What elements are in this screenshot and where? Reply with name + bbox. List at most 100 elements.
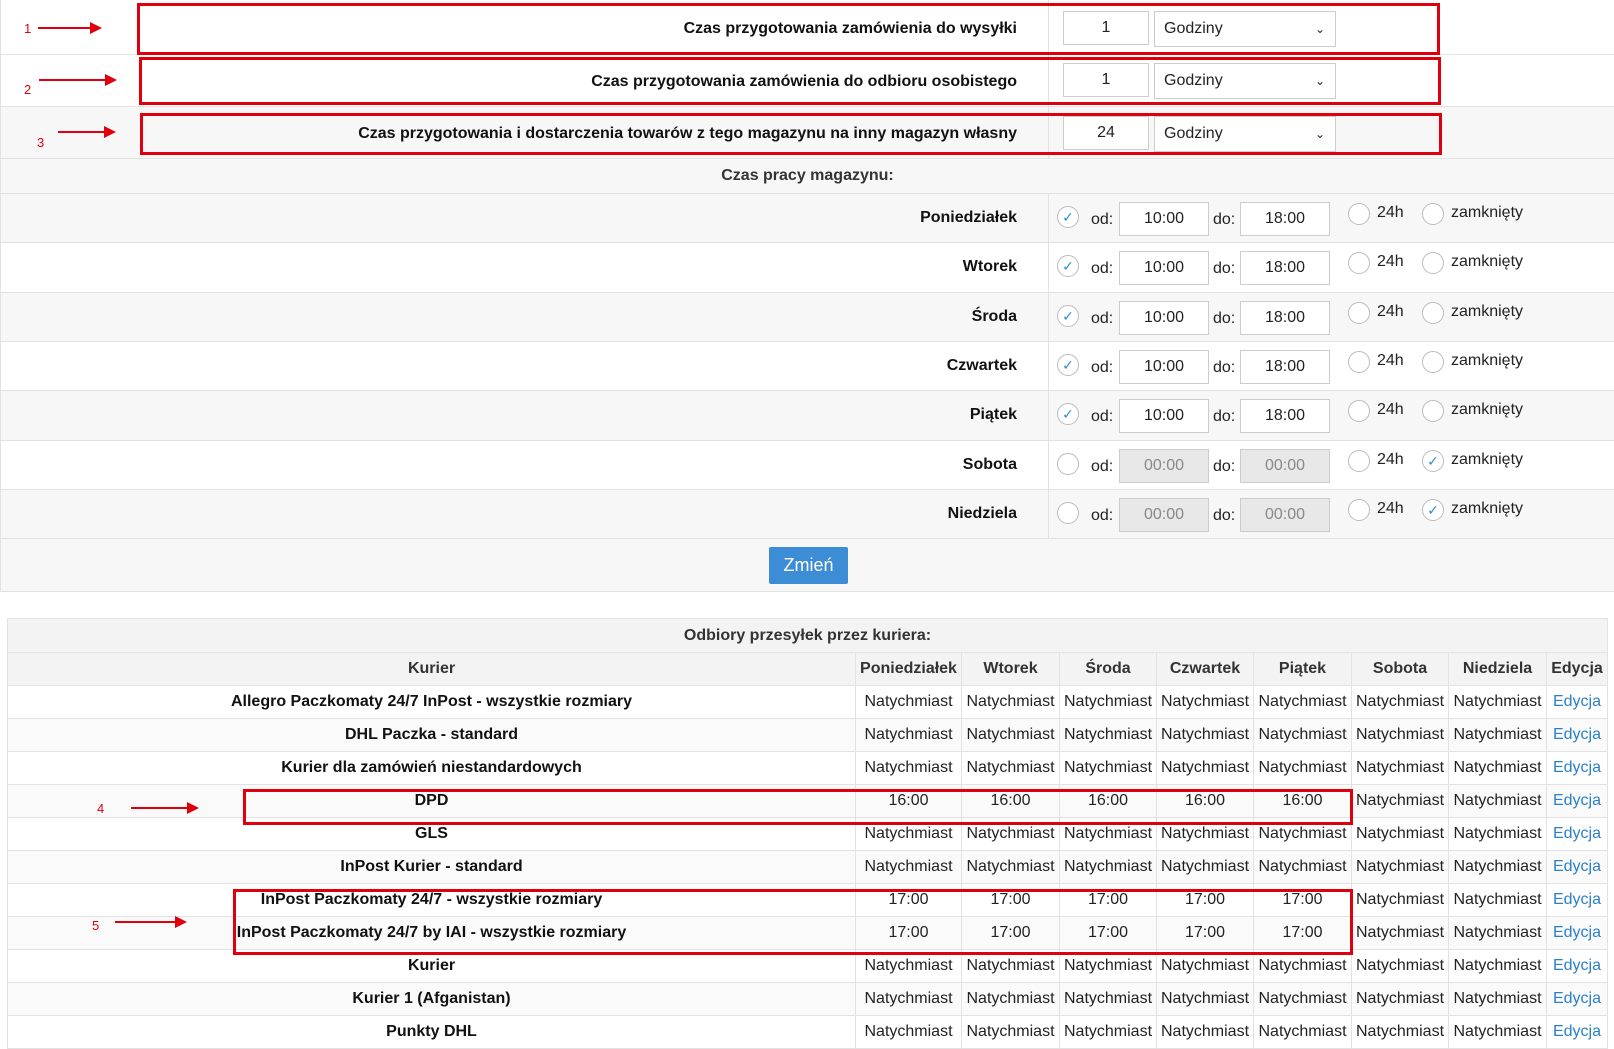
day-row: Piątek ✓ od: 10:00 do: 18:00 24h zamknięty (0, 391, 1614, 441)
to-time-input[interactable]: 18:00 (1240, 202, 1330, 236)
day-open-checkbox[interactable]: ✓ (1057, 206, 1079, 228)
from-label: od: (1091, 310, 1114, 327)
from-time-input[interactable]: 10:00 (1119, 301, 1209, 335)
radio-24h[interactable] (1348, 252, 1370, 274)
edit-link[interactable]: Edycja (1553, 957, 1601, 974)
from-time-input[interactable]: 10:00 (1119, 350, 1209, 384)
pickup-time-cell: 17:00 (1156, 916, 1254, 950)
change-button[interactable]: Zmień (769, 547, 848, 584)
prep-pickup-value[interactable]: 1 (1063, 63, 1149, 97)
pickup-time-cell: 17:00 (961, 883, 1060, 917)
radio-24h[interactable] (1348, 450, 1370, 472)
prep-shipping-unit-select[interactable]: Godziny ⌄ (1154, 11, 1336, 47)
submit-row: Zmień (0, 539, 1614, 592)
check-icon: ✓ (1062, 406, 1074, 422)
pickup-time-cell: Natychmiast (1448, 685, 1547, 719)
table-row: InPost Kurier - standard Natychmiast Natyc… (7, 850, 1608, 884)
to-time-input[interactable]: 18:00 (1240, 301, 1330, 335)
edit-link[interactable]: Edycja (1553, 792, 1601, 809)
edit-link[interactable]: Edycja (1553, 990, 1601, 1007)
day-open-checkbox[interactable]: ✓ (1057, 305, 1079, 327)
closed-label: zamknięty (1451, 352, 1524, 369)
day-open-checkbox[interactable]: ✓ (1057, 354, 1079, 376)
courier-name: DPD (7, 784, 856, 818)
pickup-time-cell: Natychmiast (1351, 718, 1449, 752)
radio-24h[interactable] (1348, 400, 1370, 422)
from-time-input[interactable]: 10:00 (1119, 251, 1209, 285)
radio-closed[interactable] (1422, 400, 1444, 422)
edit-link[interactable]: Edycja (1553, 858, 1601, 875)
radio-24h[interactable] (1348, 302, 1370, 324)
to-label: do: (1213, 408, 1236, 425)
h24-label: 24h (1377, 500, 1404, 517)
prep-transfer-unit-select[interactable]: Godziny ⌄ (1154, 116, 1336, 152)
radio-24h[interactable] (1348, 351, 1370, 373)
from-label: od: (1091, 458, 1114, 475)
column-header: Poniedziałek (855, 652, 962, 686)
to-time-input[interactable]: 00:00 (1240, 449, 1330, 483)
pickup-time-cell: Natychmiast (1156, 817, 1254, 851)
table-row: DHL Paczka - standard Natychmiast Natychmi… (7, 718, 1608, 752)
radio-24h[interactable] (1348, 203, 1370, 225)
day-open-checkbox[interactable] (1057, 453, 1079, 475)
pickup-time-cell: Natychmiast (855, 850, 962, 884)
to-label: do: (1213, 458, 1236, 475)
to-time-input[interactable]: 18:00 (1240, 350, 1330, 384)
radio-closed[interactable] (1422, 351, 1444, 373)
prep-transfer-value[interactable]: 24 (1063, 116, 1149, 150)
column-header: Kurier (7, 652, 856, 686)
table-row: Kurier 1 (Afganistan) Natychmiast Natychmi… (7, 982, 1608, 1016)
to-time-input[interactable]: 00:00 (1240, 498, 1330, 532)
to-label: do: (1213, 310, 1236, 327)
edit-link[interactable]: Edycja (1553, 759, 1601, 776)
radio-closed[interactable]: ✓ (1422, 450, 1444, 472)
edit-link[interactable]: Edycja (1553, 693, 1601, 710)
edit-link[interactable]: Edycja (1553, 924, 1601, 941)
day-name: Wtorek (962, 258, 1017, 275)
table-row: InPost Paczkomaty 24/7 - wszystkie rozmi… (7, 883, 1608, 917)
prep-label: Czas przygotowania i dostarczenia towaró… (358, 125, 1017, 142)
edit-link[interactable]: Edycja (1553, 726, 1601, 743)
courier-name: Kurier dla zamówień niestandardowych (7, 751, 856, 785)
from-label: od: (1091, 260, 1114, 277)
from-time-input[interactable]: 10:00 (1119, 202, 1209, 236)
day-open-checkbox[interactable]: ✓ (1057, 255, 1079, 277)
day-open-checkbox[interactable]: ✓ (1057, 403, 1079, 425)
select-value: Godziny (1164, 72, 1223, 89)
radio-closed[interactable] (1422, 203, 1444, 225)
divider (1048, 55, 1049, 106)
day-open-checkbox[interactable] (1057, 502, 1079, 524)
from-label: od: (1091, 507, 1114, 524)
to-time-input[interactable]: 18:00 (1240, 399, 1330, 433)
radio-closed[interactable] (1422, 302, 1444, 324)
pickup-time-cell: Natychmiast (1059, 982, 1157, 1016)
arrow-icon (38, 22, 102, 34)
pickup-time-cell: Natychmiast (1059, 685, 1157, 719)
column-header: Edycja (1546, 652, 1608, 686)
prep-pickup-unit-select[interactable]: Godziny ⌄ (1154, 63, 1336, 99)
from-time-input[interactable]: 00:00 (1119, 498, 1209, 532)
select-value: Godziny (1164, 20, 1223, 37)
from-label: od: (1091, 408, 1114, 425)
from-time-input[interactable]: 10:00 (1119, 399, 1209, 433)
edit-link[interactable]: Edycja (1553, 1023, 1601, 1040)
radio-closed[interactable]: ✓ (1422, 499, 1444, 521)
from-time-input[interactable]: 00:00 (1119, 449, 1209, 483)
day-row: Poniedziałek ✓ od: 10:00 do: 18:00 24h zamknięt… (0, 194, 1614, 243)
courier-name: Allegro Paczkomaty 24/7 InPost - wszystk… (7, 685, 856, 719)
to-time-input[interactable]: 18:00 (1240, 251, 1330, 285)
edit-link[interactable]: Edycja (1553, 825, 1601, 842)
edit-link[interactable]: Edycja (1553, 891, 1601, 908)
pickup-time-cell: Natychmiast (1351, 817, 1449, 851)
radio-24h[interactable] (1348, 499, 1370, 521)
to-label: do: (1213, 260, 1236, 277)
courier-name: Punkty DHL (7, 1015, 856, 1049)
check-icon: ✓ (1062, 357, 1074, 373)
day-row: Środa ✓ od: 10:00 do: 18:00 24h zamknięty (0, 293, 1614, 342)
column-header: Niedziela (1448, 652, 1547, 686)
from-label: od: (1091, 211, 1114, 228)
prep-shipping-value[interactable]: 1 (1063, 11, 1149, 45)
day-name: Niedziela (947, 505, 1017, 522)
edit-cell: Edycja (1546, 784, 1608, 818)
radio-closed[interactable] (1422, 252, 1444, 274)
